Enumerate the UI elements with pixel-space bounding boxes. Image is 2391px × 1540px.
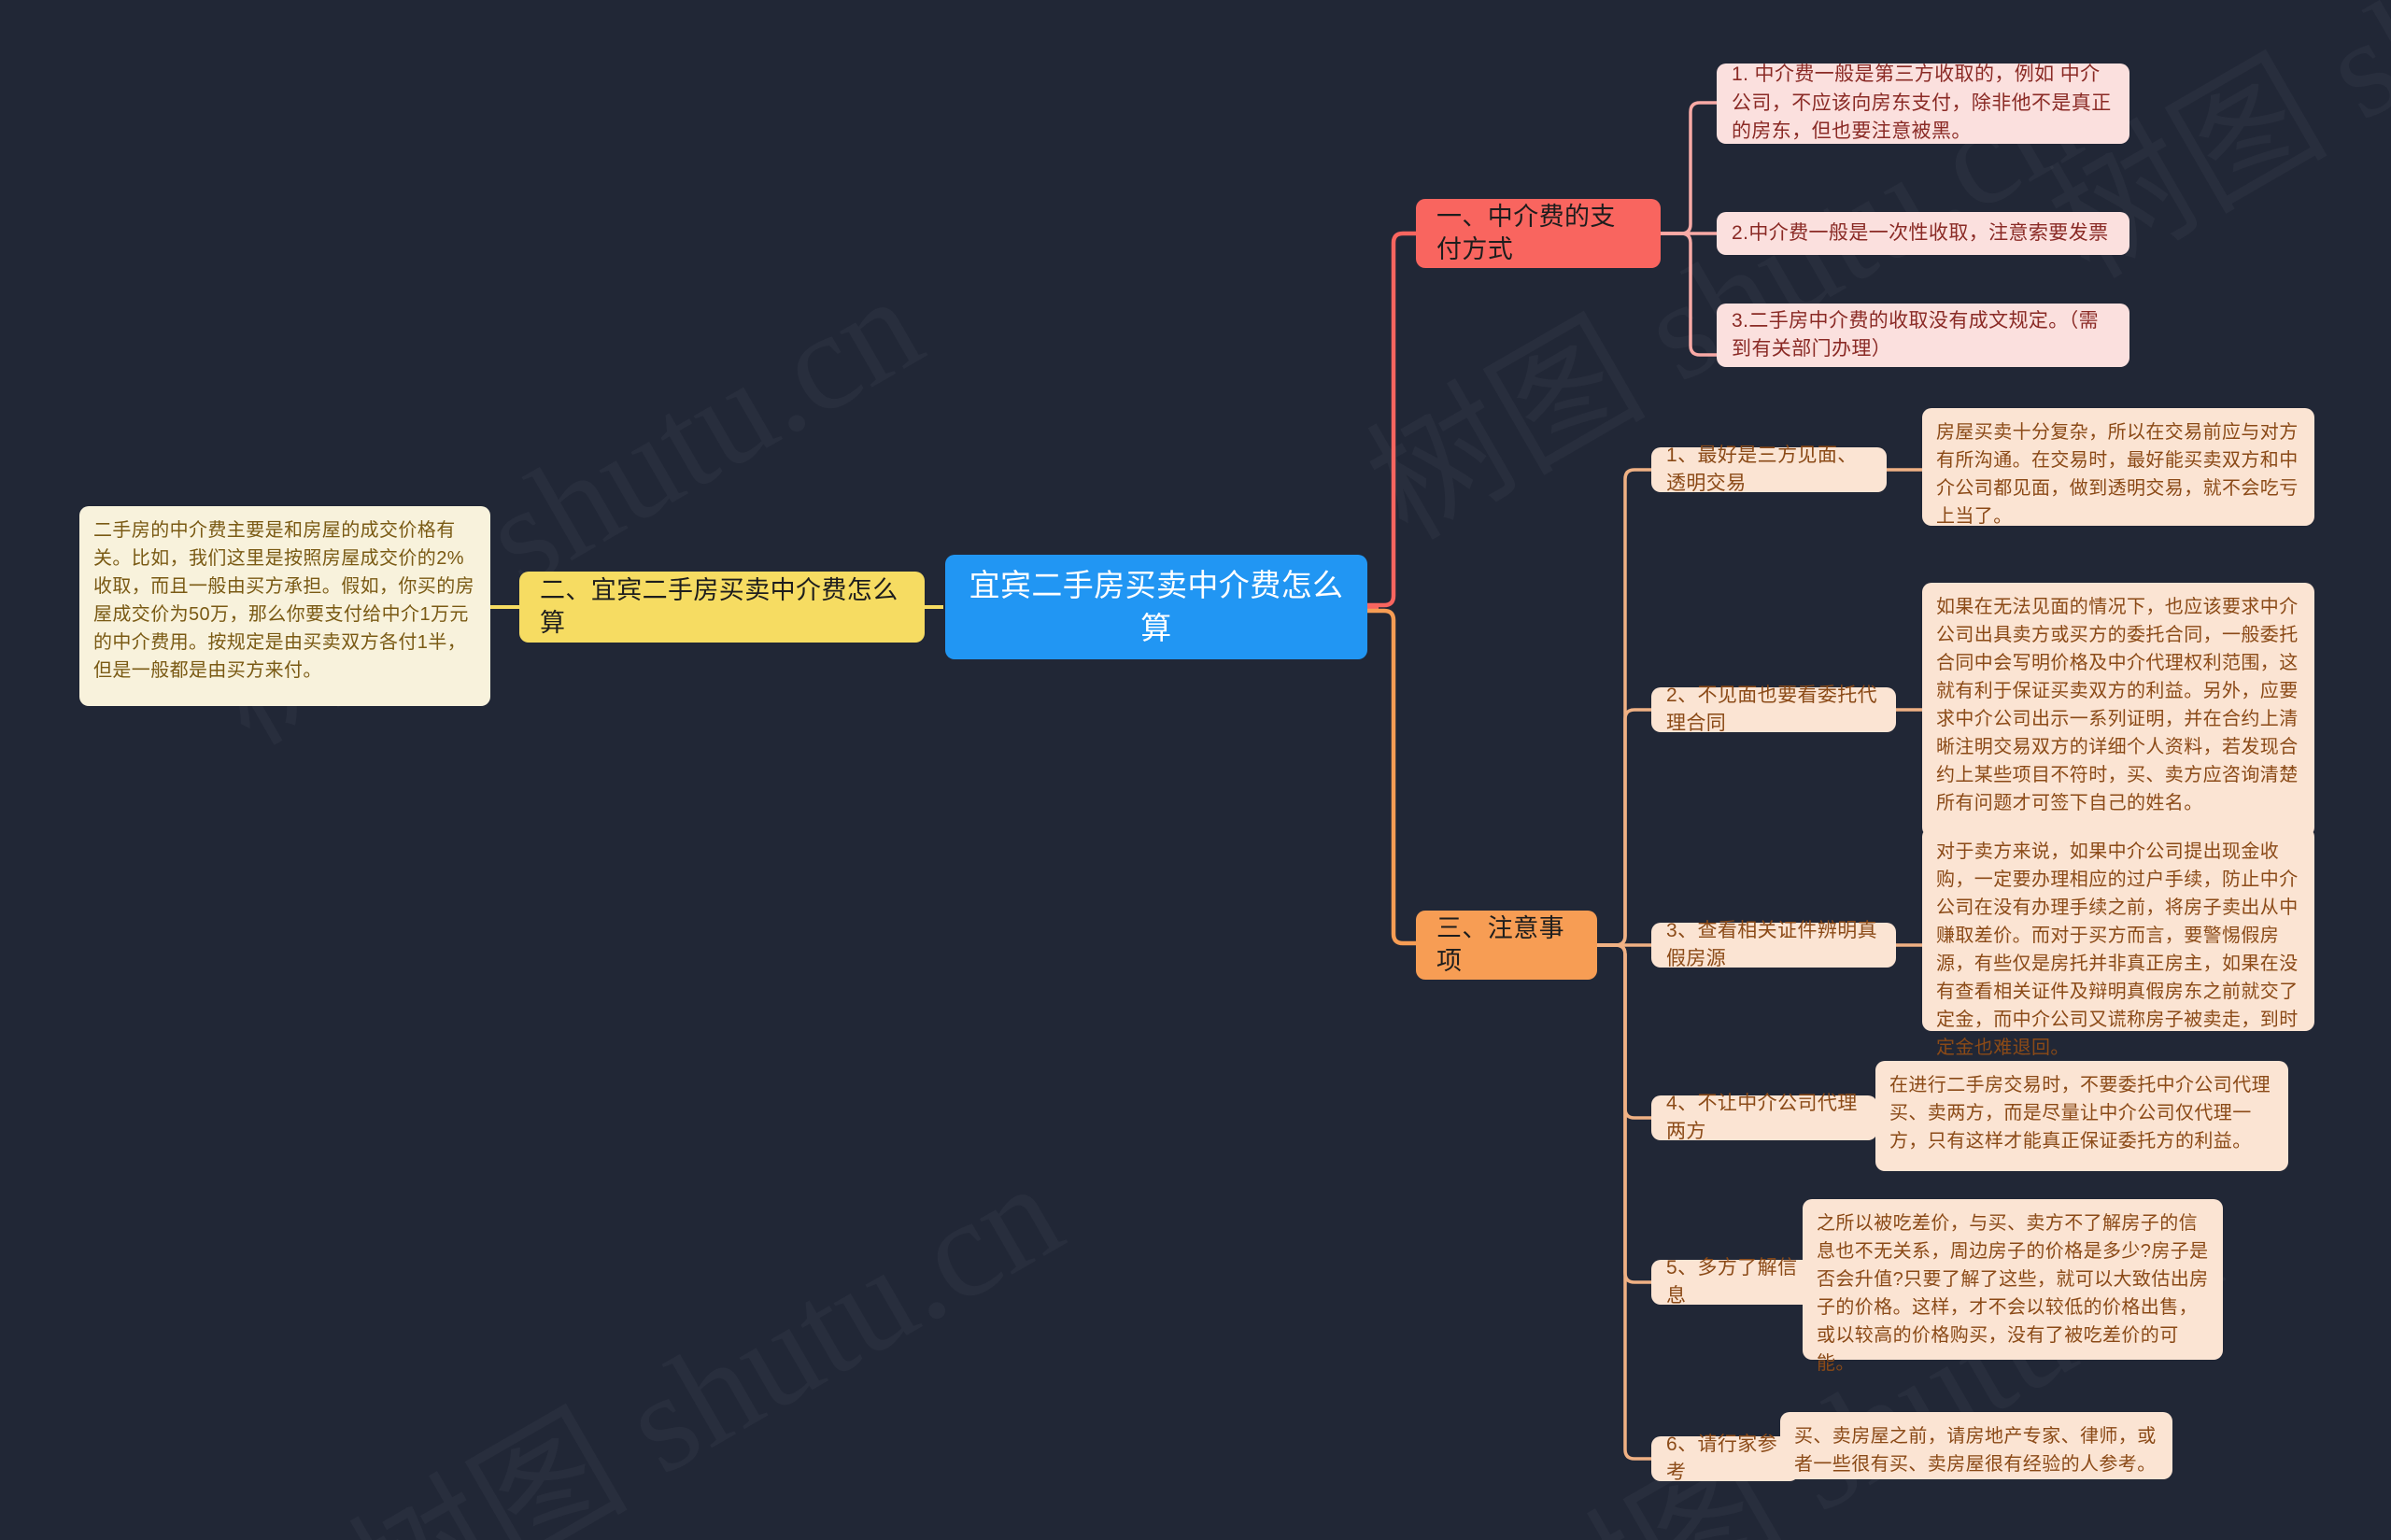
precaution-item-2[interactable]: 2、不见面也要看委托代理合同	[1651, 685, 1896, 734]
branch-left[interactable]: 二、宜宾二手房买卖中介费怎么算	[519, 572, 925, 643]
leaf-payment-2[interactable]: 2.中介费一般是一次性收取，注意索要发票	[1717, 212, 2129, 255]
leaf-text: 3.二手房中介费的收取没有成文规定。（需到有关部门办理）	[1732, 309, 2100, 360]
leaf-left-fee-detail[interactable]: 二手房的中介费主要是和房屋的成交价格有关。比如，我们这里是按照房屋成交价的2%收…	[79, 506, 490, 706]
item-label: 3、查看相关证件辨明真假房源	[1666, 919, 1878, 969]
branch-payment-methods[interactable]: 一、中介费的支付方式	[1416, 199, 1661, 268]
item-label: 1、最好是三方见面、透明交易	[1666, 444, 1858, 494]
leaf-text: 2.中介费一般是一次性收取，注意索要发票	[1732, 221, 2109, 244]
branch-left-label: 二、宜宾二手房买卖中介费怎么算	[540, 575, 898, 637]
mindmap-canvas: 树图 shutu.cn 树图 shutu.cn 树图 shutu.cn 树图 s…	[0, 0, 2391, 1540]
watermark: 树图 shutu.cn	[2008, 0, 2391, 316]
precaution-detail-3[interactable]: 对于卖方来说，如果中介公司提出现金收购，一定要办理相应的过户手续，防止中介公司在…	[1922, 827, 2314, 1058]
branch-payment-label: 一、中介费的支付方式	[1436, 202, 1616, 263]
leaf-text: 1. 中介费一般是第三方收取的，例如 中介公司，不应该向房东支付，除非他不是真正…	[1732, 64, 2112, 143]
watermark: 树图 shutu.cn	[308, 1101, 1090, 1540]
precaution-item-1[interactable]: 1、最好是三方见面、透明交易	[1651, 445, 1887, 494]
precaution-item-4[interactable]: 4、不让中介公司代理两方	[1651, 1093, 1877, 1142]
leaf-payment-3[interactable]: 3.二手房中介费的收取没有成文规定。（需到有关部门办理）	[1717, 304, 2129, 367]
leaf-text: 二手房的中介费主要是和房屋的成交价格有关。比如，我们这里是按照房屋成交价的2%收…	[93, 520, 474, 681]
detail-text: 在进行二手房交易时，不要委托中介公司代理买、卖两方，而是尽量让中介公司仅代理一方…	[1889, 1075, 2271, 1151]
detail-text: 房屋买卖十分复杂，所以在交易前应与对方有所沟通。在交易时，最好能买卖双方和中介公…	[1936, 422, 2299, 527]
branch-precautions-label: 三、注意事项	[1436, 913, 1564, 975]
root-node[interactable]: 宜宾二手房买卖中介费怎么算	[945, 555, 1367, 659]
precaution-detail-4[interactable]: 在进行二手房交易时，不要委托中介公司代理买、卖两方，而是尽量让中介公司仅代理一方…	[1875, 1061, 2288, 1171]
precaution-item-5[interactable]: 5、多方了解信息	[1651, 1257, 1821, 1307]
detail-text: 买、卖房屋之前，请房地产专家、律师，或者一些很有买、卖房屋很有经验的人参考。	[1794, 1426, 2157, 1475]
precaution-detail-6[interactable]: 买、卖房屋之前，请房地产专家、律师，或者一些很有买、卖房屋很有经验的人参考。	[1780, 1412, 2172, 1479]
precaution-detail-2[interactable]: 如果在无法见面的情况下，也应该要求中介公司出具卖方或买方的委托合同，一般委托合同…	[1922, 583, 2314, 837]
item-label: 2、不见面也要看委托代理合同	[1666, 684, 1878, 734]
precaution-item-6[interactable]: 6、请行家参考	[1651, 1434, 1799, 1483]
detail-text: 之所以被吃差价，与买、卖方不了解房子的信息也不无关系，周边房子的价格是多少?房子…	[1817, 1213, 2209, 1374]
detail-text: 对于卖方来说，如果中介公司提出现金收购，一定要办理相应的过户手续，防止中介公司在…	[1936, 841, 2299, 1058]
item-label: 6、请行家参考	[1666, 1433, 1778, 1483]
precaution-item-3[interactable]: 3、查看相关证件辨明真假房源	[1651, 920, 1896, 969]
precaution-detail-1[interactable]: 房屋买卖十分复杂，所以在交易前应与对方有所沟通。在交易时，最好能买卖双方和中介公…	[1922, 408, 2314, 527]
detail-text: 如果在无法见面的情况下，也应该要求中介公司出具卖方或买方的委托合同，一般委托合同…	[1936, 597, 2299, 813]
root-label: 宜宾二手房买卖中介费怎么算	[969, 568, 1344, 645]
precaution-detail-5[interactable]: 之所以被吃差价，与买、卖方不了解房子的信息也不无关系，周边房子的价格是多少?房子…	[1803, 1199, 2223, 1374]
leaf-payment-1[interactable]: 1. 中介费一般是第三方收取的，例如 中介公司，不应该向房东支付，除非他不是真正…	[1717, 64, 2129, 144]
branch-precautions[interactable]: 三、注意事项	[1416, 911, 1597, 980]
item-label: 4、不让中介公司代理两方	[1666, 1092, 1858, 1142]
item-label: 5、多方了解信息	[1666, 1256, 1798, 1307]
